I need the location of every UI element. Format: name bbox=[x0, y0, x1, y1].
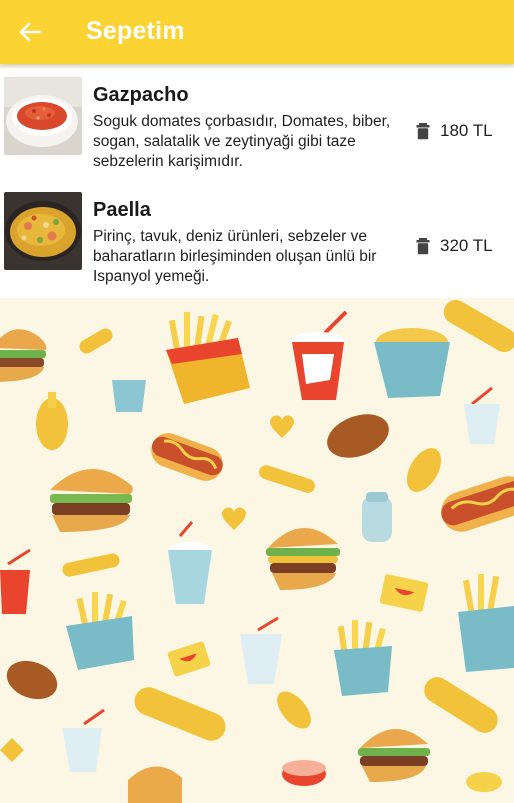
item-name: Gazpacho bbox=[93, 84, 189, 106]
item-description: Soguk domates çorbasıdır, Domates, biber… bbox=[93, 113, 391, 170]
page-title: Sepetim bbox=[86, 17, 185, 45]
food-image-gazpacho bbox=[4, 77, 82, 155]
food-image-paella bbox=[4, 192, 82, 270]
item-price: 180 TL bbox=[440, 121, 493, 140]
sauce-bowl-illustration bbox=[282, 760, 326, 786]
snack-bucket-illustration bbox=[374, 328, 450, 398]
app-bar: Sepetim bbox=[0, 0, 514, 64]
arrow-left-icon bbox=[19, 22, 42, 42]
back-button[interactable] bbox=[14, 16, 46, 48]
sauce-bowl-illustration bbox=[466, 772, 502, 792]
cart-item[interactable]: Gazpacho Soguk domates çorbasıdır, Domat… bbox=[0, 68, 514, 183]
item-description: Pirinç, tavuk, deniz ürünleri, sebzeler … bbox=[93, 228, 377, 285]
drink-cup-illustration bbox=[112, 380, 146, 412]
fast-food-background-pattern bbox=[0, 300, 514, 803]
item-name: Paella bbox=[93, 199, 151, 221]
item-price: 320 TL bbox=[440, 236, 493, 255]
cart-list: Gazpacho Soguk domates çorbasıdır, Domat… bbox=[0, 68, 514, 298]
trash-icon[interactable] bbox=[414, 122, 432, 140]
trash-icon[interactable] bbox=[414, 237, 432, 255]
salt-shaker-illustration bbox=[362, 492, 392, 542]
cart-item[interactable]: Paella Pirinç, tavuk, deniz ürünleri, se… bbox=[0, 183, 514, 298]
